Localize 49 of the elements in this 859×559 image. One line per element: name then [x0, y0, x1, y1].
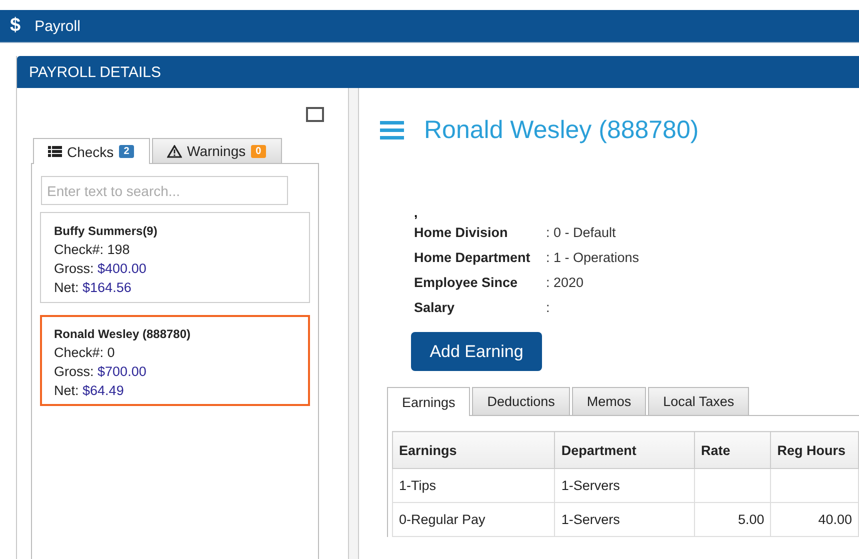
table-cell: 1-Servers [554, 468, 694, 502]
column-header[interactable]: Rate [694, 432, 771, 468]
add-earning-button[interactable]: Add Earning [411, 332, 542, 371]
table-cell: 40.00 [770, 502, 858, 536]
check-card[interactable]: Ronald Wesley (888780) Check#: 0 Gross: $700.00 Net: $64.49 [40, 315, 310, 406]
field-value: : 0 - Default [546, 225, 617, 240]
field-label: Home Division [414, 225, 509, 240]
field-label: Home Department [414, 250, 532, 265]
field-value: : [546, 300, 551, 315]
check-card[interactable]: Buffy Summers(9) Check#: 198 Gross: $400.00 Net: $164.56 [40, 212, 310, 303]
check-number: Check#: 198 [54, 242, 131, 257]
address-text: , [414, 206, 418, 220]
tab-label: Checks [67, 144, 114, 160]
gross-amount: Gross: $700.00 [54, 364, 148, 379]
net-amount: Net: $164.56 [54, 280, 132, 295]
column-header[interactable]: Reg Hours [770, 432, 858, 468]
employee-name: Buffy Summers(9) [54, 224, 158, 238]
gross-amount: Gross: $400.00 [54, 261, 148, 276]
field-value: : 2020 [546, 275, 585, 290]
employee-title: Ronald Wesley (888780) [424, 116, 699, 145]
tab-label: Warnings [187, 143, 246, 159]
column-header[interactable]: Earnings [392, 432, 555, 468]
field-label: Employee Since [414, 275, 519, 290]
maximize-icon[interactable] [306, 107, 324, 122]
column-header[interactable]: Department [554, 432, 694, 468]
warning-icon [167, 144, 182, 158]
panel-title: PAYROLL DETAILS [17, 56, 859, 88]
detail-tab[interactable]: Local Taxes [648, 387, 750, 415]
count-badge: 2 [118, 145, 134, 158]
app-logo: $ [10, 15, 21, 37]
app-title: Payroll [34, 18, 80, 34]
list-tab[interactable]: Checks 2 [33, 138, 150, 164]
field-value: : 1 - Operations [546, 250, 640, 265]
count-badge: 0 [250, 144, 266, 158]
employee-name: Ronald Wesley (888780) [54, 327, 192, 341]
table-cell: 0-Regular Pay [392, 502, 555, 536]
check-number: Check#: 0 [54, 345, 116, 360]
table-cell: 5.00 [694, 502, 771, 536]
field-label: Salary [414, 300, 456, 315]
table-cell: 1-Servers [554, 502, 694, 536]
net-amount: Net: $64.49 [54, 383, 125, 398]
detail-tab[interactable]: Earnings [387, 387, 470, 416]
detail-tab[interactable]: Memos [572, 387, 646, 415]
list-tab[interactable]: Warnings 0 [152, 138, 282, 164]
search-field[interactable]: Enter text to search... [41, 176, 288, 205]
detail-tab[interactable]: Deductions [472, 387, 570, 415]
menu-icon[interactable] [380, 121, 404, 140]
list-icon [48, 146, 62, 158]
table-cell: 1-Tips [392, 468, 555, 502]
